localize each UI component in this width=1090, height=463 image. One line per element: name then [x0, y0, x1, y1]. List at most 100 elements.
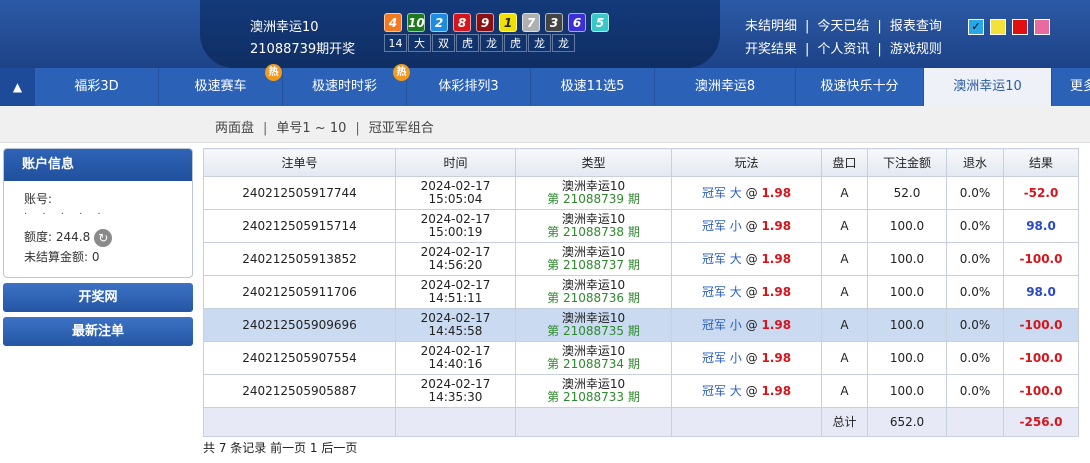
- col-header-type: 类型: [515, 148, 672, 177]
- cell-rebate: 0.0%: [946, 275, 1004, 309]
- bet-issue: 第 21088738 期: [547, 225, 640, 239]
- at-sign: @: [745, 350, 758, 365]
- bet-issue: 第 21088736 期: [547, 291, 640, 305]
- play-name: 冠军 大: [701, 251, 742, 266]
- odds-value: 1.98: [761, 185, 792, 200]
- draw-stat-cell: 龙: [528, 34, 551, 52]
- cell-type: 澳洲幸运10 第 21088734 期: [515, 341, 672, 375]
- current-game-title: 澳洲幸运10: [250, 20, 319, 35]
- cell-rebate: 0.0%: [946, 209, 1004, 243]
- odds-value: 1.98: [761, 251, 792, 266]
- skin-swatch[interactable]: [990, 19, 1006, 35]
- latest-bets-button[interactable]: 最新注单: [3, 317, 193, 346]
- table-row[interactable]: 240212505915714 2024-02-17 15:00:19 澳洲幸运10 第…: [203, 209, 1079, 243]
- nav-tab-speed-ssc[interactable]: 极速时时彩: [283, 68, 407, 106]
- bet-issue: 第 21088733 期: [547, 390, 640, 404]
- draw-stat-cell: 大: [408, 34, 431, 52]
- cell-amount: 100.0: [867, 374, 947, 408]
- nav-tab-fc3d[interactable]: 福彩3D: [35, 68, 159, 106]
- cell-play: 冠军 大 @ 1.98: [671, 374, 822, 408]
- bet-time: 14:35:30: [428, 390, 483, 404]
- draw-stat-cell: 虎: [504, 34, 527, 52]
- draw-ball: 7: [522, 13, 540, 32]
- nav-collapse-arrow-icon[interactable]: ▲: [0, 68, 35, 106]
- draw-ball: 9: [476, 13, 494, 32]
- table-row[interactable]: 240212505913852 2024-02-17 14:56:20 澳洲幸运10 第…: [203, 242, 1079, 276]
- link-game-rules[interactable]: 游戏规则: [890, 42, 942, 57]
- lottery-site-button[interactable]: 开奖网: [3, 283, 193, 312]
- table-row[interactable]: 240212505911706 2024-02-17 14:51:11 澳洲幸运10 第…: [203, 275, 1079, 309]
- bets-table-wrap: 注单号 时间 类型 玩法 盘口 下注金额 退水 结果 2402125059177…: [203, 148, 1079, 437]
- draw-stat-cell: 龙: [552, 34, 575, 52]
- cell-amount: 100.0: [867, 209, 947, 243]
- cell-play: 冠军 大 @ 1.98: [671, 242, 822, 276]
- cell-time: 2024-02-17 14:51:11: [395, 275, 516, 309]
- draw-stat-cell: 虎: [456, 34, 479, 52]
- link-draw-results[interactable]: 开奖结果: [745, 42, 797, 57]
- nav-tab-au-lucky8[interactable]: 澳洲幸运8: [655, 68, 796, 106]
- cell-play: 冠军 大 @ 1.98: [671, 176, 822, 210]
- cell-amount: 52.0: [867, 176, 947, 210]
- col-header-time: 时间: [395, 148, 516, 177]
- nav-tab-more[interactable]: 更多: [1052, 68, 1090, 106]
- draw-ball: 6: [568, 13, 586, 32]
- at-sign: @: [745, 251, 758, 266]
- skin-swatch[interactable]: [1012, 19, 1028, 35]
- refresh-icon[interactable]: ↻: [94, 228, 113, 247]
- table-row[interactable]: 240212505907554 2024-02-17 14:40:16 澳洲幸运10 第…: [203, 341, 1079, 375]
- table-header-row: 注单号 时间 类型 玩法 盘口 下注金额 退水 结果: [203, 148, 1079, 177]
- table-row[interactable]: 240212505905887 2024-02-17 14:35:30 澳洲幸运10 第…: [203, 374, 1079, 408]
- skin-swatch[interactable]: [1034, 19, 1050, 35]
- summary-row: 总计 652.0 -256.0: [203, 407, 1079, 437]
- subtab-champion-combo[interactable]: 冠亚军组合: [369, 121, 434, 136]
- subtab-single-number[interactable]: 单号1 ~ 10: [276, 121, 346, 136]
- summary-empty-cell: [203, 407, 396, 437]
- col-header-bet-id: 注单号: [203, 148, 396, 177]
- nav-tab-pl3[interactable]: 体彩排列3: [407, 68, 531, 106]
- bet-time: 15:00:19: [428, 225, 483, 239]
- cell-result: 98.0: [1003, 209, 1079, 243]
- bet-time: 14:40:16: [428, 357, 483, 371]
- link-report-query[interactable]: 报表查询: [890, 19, 942, 34]
- skin-swatch[interactable]: ✓: [968, 19, 984, 35]
- cell-bet-id: 240212505911706: [203, 275, 396, 309]
- draw-ball: 5: [591, 13, 609, 32]
- sidebar: 账户信息 账号: · · · · · 额度: 244.8 ↻ 未结算金额: 0 开…: [3, 148, 193, 346]
- draw-ball: 2: [430, 13, 448, 32]
- cell-play: 冠军 小 @ 1.98: [671, 209, 822, 243]
- cell-bet-id: 240212505905887: [203, 374, 396, 408]
- cell-pan: A: [821, 275, 868, 309]
- at-sign: @: [745, 317, 758, 332]
- nav-tab-speed-11x5[interactable]: 极速11选5: [531, 68, 655, 106]
- cell-type: 澳洲幸运10 第 21088739 期: [515, 176, 672, 210]
- nav-tab-speed-happy10[interactable]: 极速快乐十分: [796, 68, 924, 106]
- cell-rebate: 0.0%: [946, 242, 1004, 276]
- cell-amount: 100.0: [867, 275, 947, 309]
- play-name: 冠军 大: [701, 185, 742, 200]
- bet-time: 15:05:04: [428, 192, 483, 206]
- link-unsettled-detail[interactable]: 未结明细: [745, 19, 797, 34]
- table-row[interactable]: 240212505917744 2024-02-17 15:05:04 澳洲幸运10 第…: [203, 176, 1079, 210]
- col-header-play: 玩法: [671, 148, 822, 177]
- summary-label: 总计: [821, 407, 868, 437]
- cell-rebate: 0.0%: [946, 176, 1004, 210]
- cell-bet-id: 240212505907554: [203, 341, 396, 375]
- play-name: 冠军 大: [701, 383, 742, 398]
- game-nav: ▲ 福彩3D 极速赛车 极速时时彩 体彩排列3 极速11选5 澳洲幸运8 极速快乐十分 澳洲幸…: [0, 68, 1090, 106]
- cell-type: 澳洲幸运10 第 21088738 期: [515, 209, 672, 243]
- link-today-settled[interactable]: 今天已结: [817, 19, 869, 34]
- cell-time: 2024-02-17 14:35:30: [395, 374, 516, 408]
- sub-tab-bar: 两面盘 | 单号1 ~ 10 | 冠亚军组合: [0, 106, 1090, 143]
- subtab-two-sides[interactable]: 两面盘: [215, 121, 254, 136]
- link-personal-info[interactable]: 个人资讯: [817, 42, 869, 57]
- account-masked: · · · · ·: [24, 209, 107, 220]
- nav-tab-au-lucky10[interactable]: 澳洲幸运10: [924, 68, 1052, 106]
- cell-pan: A: [821, 242, 868, 276]
- cell-rebate: 0.0%: [946, 374, 1004, 408]
- cell-bet-id: 240212505909696: [203, 308, 396, 342]
- table-row[interactable]: 240212505909696 2024-02-17 14:45:58 澳洲幸运10 第…: [203, 308, 1079, 342]
- draw-ball: 3: [545, 13, 563, 32]
- cell-result: 98.0: [1003, 275, 1079, 309]
- hot-badge-icon: 热: [393, 64, 410, 81]
- bets-table: 注单号 时间 类型 玩法 盘口 下注金额 退水 结果 2402125059177…: [203, 148, 1079, 437]
